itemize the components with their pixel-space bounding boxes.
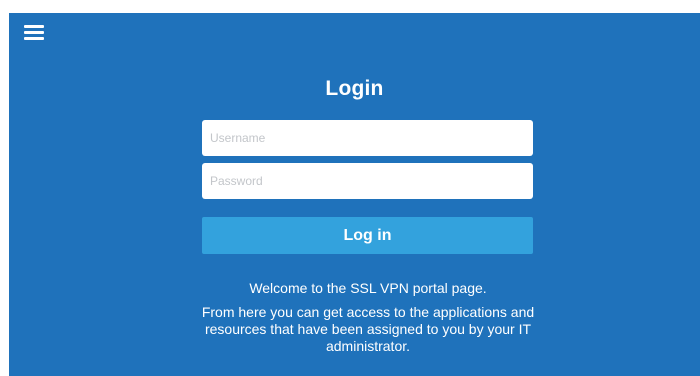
login-title: Login: [325, 77, 384, 100]
password-input[interactable]: [202, 163, 533, 199]
hamburger-menu-icon[interactable]: [24, 25, 44, 41]
welcome-message: Welcome to the SSL VPN portal page.: [249, 280, 487, 296]
login-button[interactable]: Log in: [202, 217, 533, 254]
menu-bar-top: [24, 25, 44, 28]
username-input[interactable]: [202, 120, 533, 156]
menu-bar-middle: [24, 31, 44, 34]
info-message: From here you can get access to the appl…: [201, 304, 535, 354]
login-page: Login Log in Welcome to the SSL VPN port…: [9, 13, 700, 376]
menu-bar-bottom: [24, 37, 44, 40]
